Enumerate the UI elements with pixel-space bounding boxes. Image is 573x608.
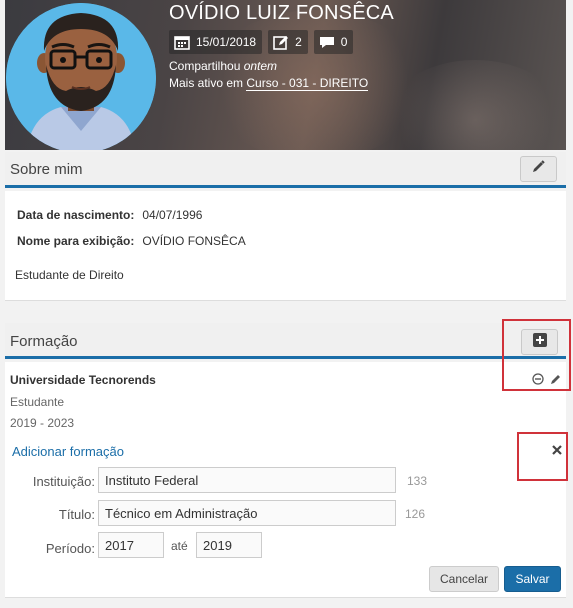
- stat-date-value: 15/01/2018: [196, 35, 257, 49]
- title-input[interactable]: Técnico em Administração: [98, 500, 396, 526]
- stat-edits: 2: [268, 30, 308, 54]
- about-header: Sobre mim: [5, 152, 566, 188]
- add-education-link[interactable]: Adicionar formação: [12, 444, 124, 459]
- education-role: Estudante: [10, 395, 65, 409]
- title-char-count: 126: [405, 507, 426, 521]
- period-from-input[interactable]: 2017: [98, 532, 164, 558]
- avatar[interactable]: [6, 3, 156, 150]
- bio-text: Estudante de Direito: [15, 268, 124, 282]
- period-to-input[interactable]: 2019: [196, 532, 262, 558]
- stat-comments-value: 0: [340, 35, 348, 49]
- institution-char-count: 133: [407, 474, 428, 488]
- save-button[interactable]: Salvar: [504, 566, 561, 592]
- active-course-link[interactable]: Curso - 031 - DIREITO: [246, 76, 369, 91]
- period-label: Período:: [45, 541, 95, 556]
- highlight-box-add: [502, 319, 571, 391]
- highlight-box-close: [517, 432, 568, 481]
- cancel-button[interactable]: Cancelar: [429, 566, 499, 592]
- pencil-icon: [532, 160, 545, 178]
- display-name-label: Nome para exibição:: [17, 234, 135, 248]
- shared-when: ontem: [243, 59, 278, 73]
- active-info: Mais ativo em Curso - 031 - DIREITO: [169, 76, 369, 91]
- display-name-value: OVÍDIO FONSÊCA: [142, 234, 246, 248]
- calendar-icon: [174, 35, 190, 50]
- about-body: Data de nascimento: 04/07/1996 Nome para …: [5, 191, 566, 301]
- education-title: Formação: [10, 333, 78, 350]
- shared-prefix: Compartilhou: [169, 59, 244, 73]
- birth-value: 04/07/1996: [142, 208, 203, 222]
- birth-row: Data de nascimento: 04/07/1996: [17, 208, 202, 222]
- institution-label: Instituição:: [32, 474, 95, 489]
- profile-name: OVÍDIO LUIZ FONSÊCA: [169, 2, 394, 24]
- stat-date: 15/01/2018: [169, 30, 263, 54]
- about-title: Sobre mim: [10, 161, 83, 178]
- profile-header: OVÍDIO LUIZ FONSÊCA 15/01/2018 2 0 Compa…: [5, 0, 566, 150]
- stat-comments: 0: [313, 30, 354, 54]
- stat-edits-value: 2: [295, 35, 302, 49]
- institution-input[interactable]: Instituto Federal: [98, 467, 396, 493]
- comment-icon: [319, 35, 335, 50]
- birth-label: Data de nascimento:: [17, 208, 135, 222]
- education-period: 2019 - 2023: [10, 416, 75, 430]
- active-prefix: Mais ativo em: [169, 76, 247, 90]
- pencil-square-icon: [273, 35, 289, 50]
- education-school: Universidade Tecnorends: [10, 373, 156, 387]
- profile-stats: 15/01/2018 2 0: [169, 30, 354, 54]
- period-separator: até: [171, 539, 188, 553]
- edit-about-button[interactable]: [520, 156, 557, 182]
- shared-info: Compartilhou ontem: [169, 59, 277, 73]
- display-name-row: Nome para exibição: OVÍDIO FONSÊCA: [17, 234, 246, 248]
- title-label: Título:: [58, 507, 95, 522]
- education-header: Formação: [5, 323, 566, 359]
